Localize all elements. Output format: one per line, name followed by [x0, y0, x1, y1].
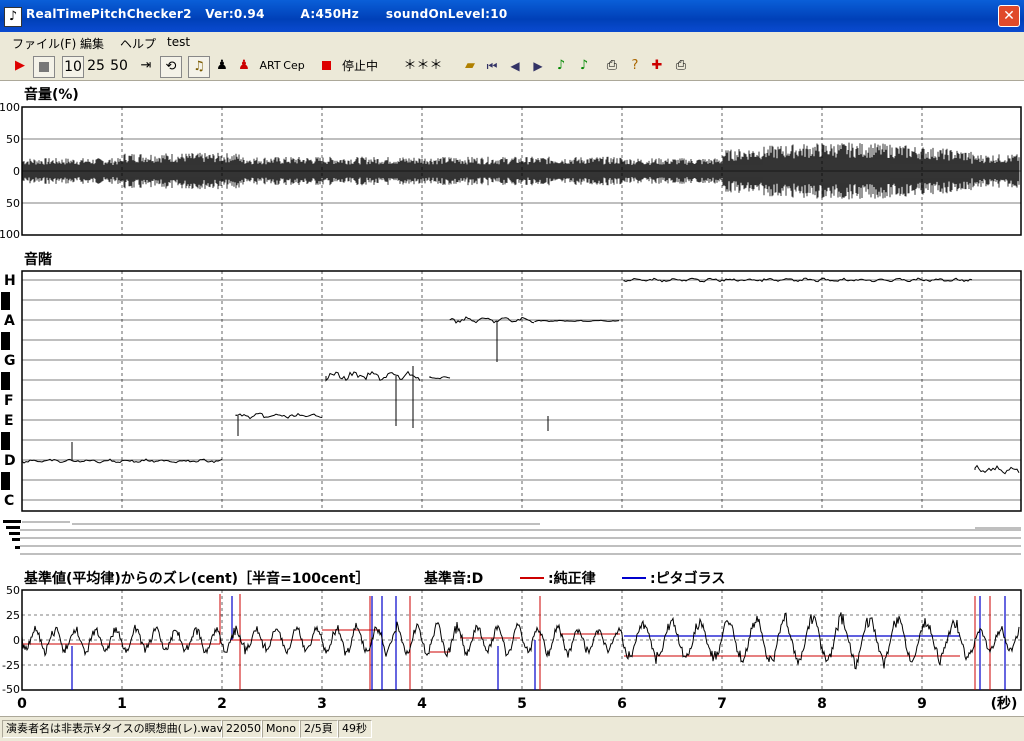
x-tick: 8	[817, 696, 827, 712]
note-alt-icon[interactable]: ♪	[576, 56, 592, 76]
x-tick: 9	[917, 696, 927, 712]
note-label: G	[4, 353, 16, 369]
record-icon[interactable]	[318, 56, 334, 76]
deviation-chart: 50 25 0 -25 -50 0 1 2 3 4 5 6 7 8 9 (秒)	[2, 586, 1022, 712]
x-tick: 7	[717, 696, 727, 712]
speed-50-button[interactable]: 50	[109, 56, 129, 76]
person-icon[interactable]: ♟	[213, 56, 231, 76]
deviation-y-tick: 50	[6, 586, 20, 597]
volume-y-tick: 0	[13, 165, 20, 178]
x-tick: 0	[17, 696, 27, 712]
note-label: H	[4, 273, 16, 289]
x-tick: 1	[117, 696, 127, 712]
piano-black-key	[1, 472, 10, 490]
first-page-icon[interactable]: ⏮	[484, 56, 500, 76]
x-tick: 2	[217, 696, 227, 712]
marker-icon[interactable]: ✚	[648, 56, 666, 76]
volume-y-tick: 100	[0, 101, 20, 114]
note-label: A	[4, 313, 15, 329]
deviation-chart-title: 基準値(平均律)からのズレ(cent)［半音=100cent］	[24, 571, 370, 587]
print-alt-icon[interactable]: ⎙	[672, 56, 690, 76]
piano-black-key	[1, 292, 10, 310]
status-page: 2/5頁	[300, 720, 338, 738]
note-display: ＊＊＊	[403, 58, 443, 73]
person-red-icon[interactable]: ♟	[235, 56, 253, 76]
x-tick: 6	[617, 696, 627, 712]
menu-test[interactable]: test	[167, 35, 190, 49]
note-label: E	[4, 413, 14, 429]
x-tick: 5	[517, 696, 527, 712]
volume-y-tick: 50	[6, 197, 20, 210]
pythagorean-legend-label: :ピタゴラス	[650, 571, 726, 587]
stop-button[interactable]	[33, 56, 55, 78]
loop-icon[interactable]: ⟲	[160, 56, 182, 78]
menu-bar: ファイル(F) 編集 ヘルプ test	[0, 32, 1024, 52]
next-page-icon[interactable]: ▶	[530, 56, 546, 76]
cep-button[interactable]: Cep	[283, 56, 305, 76]
state-label: 停止中	[341, 59, 378, 73]
speed-25-button[interactable]: 25	[86, 56, 106, 76]
piano-black-key	[1, 432, 10, 450]
violin-icon[interactable]: ♫	[188, 56, 210, 78]
piano-black-key	[1, 332, 10, 350]
stop-icon	[39, 62, 49, 72]
play-icon[interactable]: ▶	[10, 56, 30, 76]
close-button[interactable]: ✕	[998, 5, 1020, 27]
just-intonation-legend-label: :純正律	[548, 571, 596, 587]
piano-black-key	[1, 372, 10, 390]
volume-y-tick: 50	[6, 133, 20, 146]
menu-help[interactable]: ヘルプ	[120, 35, 156, 52]
base-note-label: 基準音:D	[424, 571, 484, 587]
deviation-y-tick: 0	[13, 634, 20, 647]
menu-file[interactable]: ファイル(F)	[12, 35, 76, 52]
just-intonation-legend-line	[520, 577, 544, 579]
deviation-y-tick: -25	[2, 659, 20, 672]
status-channels: Mono	[262, 720, 300, 738]
app-icon: ♪	[4, 7, 22, 27]
prev-page-icon[interactable]: ◀	[507, 56, 523, 76]
pitch-chart: H A G F E D C	[1, 270, 1022, 555]
volume-chart: 100 50 0 50 100	[0, 101, 1022, 238]
note-label: C	[4, 493, 14, 509]
art-button[interactable]: ART	[259, 56, 281, 76]
status-sample-rate: 22050	[222, 720, 262, 738]
pythagorean-legend-line	[622, 577, 646, 579]
status-filename: 演奏者名は非表示¥タイスの瞑想曲(レ).wav	[2, 720, 223, 738]
deviation-y-tick: 25	[6, 609, 20, 622]
note-label: D	[4, 453, 16, 469]
deviation-y-tick: -50	[2, 683, 20, 696]
status-duration: 49秒	[338, 720, 372, 738]
skip-end-icon[interactable]: ⇥	[137, 56, 155, 76]
open-folder-icon[interactable]: ▰	[461, 56, 479, 76]
x-axis-unit: (秒)	[991, 695, 1018, 712]
menu-edit[interactable]: 編集	[80, 35, 104, 52]
status-bar: 演奏者名は非表示¥タイスの瞑想曲(レ).wav 22050 Mono 2/5頁 …	[0, 716, 1024, 741]
x-tick: 4	[417, 696, 427, 712]
window-title: RealTimePitchChecker2 Ver:0.94 A:450Hz s…	[26, 7, 508, 21]
print-icon[interactable]: ⎙	[603, 56, 621, 76]
toolbar: ▶ 10 25 50 ⇥ ⟲ ♫ ♟ ♟ ART Cep 停止中 ＊＊＊ ▰ ⏮…	[0, 52, 1024, 81]
title-bar: ♪ RealTimePitchChecker2 Ver:0.94 A:450Hz…	[0, 0, 1024, 32]
note-icon[interactable]: ♪	[553, 56, 569, 76]
help-icon[interactable]: ?	[626, 56, 644, 76]
x-tick: 3	[317, 696, 327, 712]
speed-10-button[interactable]: 10	[62, 56, 84, 78]
volume-y-tick: 100	[0, 228, 20, 238]
note-label: F	[4, 393, 14, 409]
